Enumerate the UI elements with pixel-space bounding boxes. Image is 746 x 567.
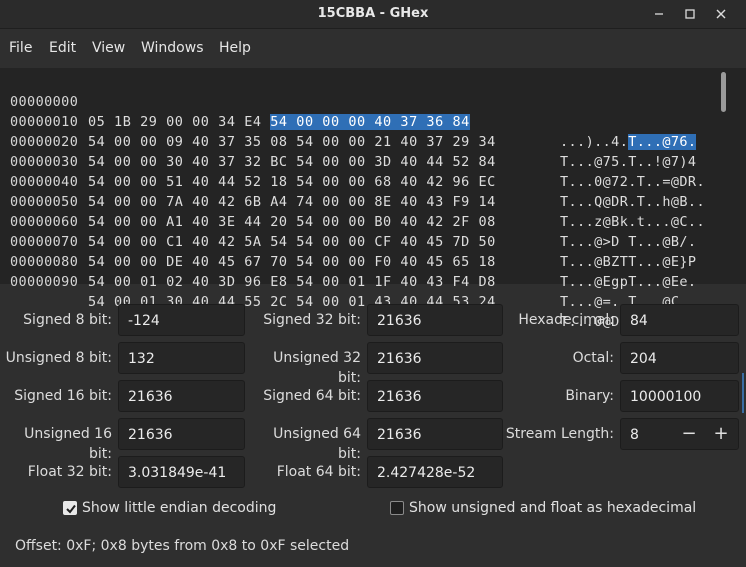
- hex-row: 00000050 54 00 00 A1 40 3E 44 20 54 00 0…: [0, 172, 696, 250]
- ascii-bytes[interactable]: T...@BZTT...@E}P: [560, 252, 696, 272]
- unsigned-float-hex-label[interactable]: Show unsigned and float as hexadecimal: [409, 498, 696, 518]
- menu-file[interactable]: File: [9, 34, 32, 62]
- hexadecimal-field[interactable]: 84: [620, 304, 739, 336]
- menu-help[interactable]: Help: [219, 34, 251, 62]
- hex-row: 00000030 54 00 00 51 40 44 52 18 54 00 0…: [0, 132, 705, 210]
- stream-length-increment-button[interactable]: +: [706, 418, 736, 450]
- stream-length-value[interactable]: 8: [630, 427, 639, 443]
- signed-16-bit-label: Signed 16 bit:: [14, 388, 112, 404]
- hex-view[interactable]: 00000000 05 1B 29 00 00 34 E4 54 00 00 0…: [0, 68, 746, 330]
- hex-row: 00000070 54 00 00 DE 40 45 67 70 54 00 0…: [0, 212, 696, 290]
- menu-bar: File Edit View Windows Help: [0, 34, 746, 62]
- signed-8-bit-label: Signed 8 bit:: [23, 312, 112, 328]
- signed-16-bit-field[interactable]: 21636: [118, 380, 245, 412]
- hex-bytes[interactable]: 54 00 00 DE 40 45 67 70 54 00 00 F0 40 4…: [88, 252, 496, 272]
- ascii-bytes[interactable]: T...Q@DR.T..h@B..: [560, 192, 705, 212]
- maximize-icon: [685, 8, 695, 19]
- hex-bytes[interactable]: 54 00 00 C1 40 42 5A 54 54 00 00 CF 40 4…: [88, 232, 496, 252]
- hex-row: 00000020 54 00 00 30 40 37 32 BC 54 00 0…: [0, 112, 705, 190]
- close-button[interactable]: [706, 0, 736, 28]
- little-endian-checkbox[interactable]: [63, 501, 77, 515]
- ascii-bytes[interactable]: T...z@Bk.t...@C..: [560, 212, 705, 232]
- ascii-unselected: ...)..4.: [560, 134, 629, 150]
- hex-row: 00000000 05 1B 29 00 00 34 E4 54 00 00 0…: [0, 72, 697, 150]
- signed-64-bit-label: Signed 64 bit:: [263, 388, 361, 404]
- ascii-bytes[interactable]: T...@>D T...@B/.: [560, 232, 696, 252]
- hex-row: 00000040 54 00 00 7A 40 42 6B A4 74 00 0…: [0, 152, 705, 230]
- hex-bytes[interactable]: 54 00 00 A1 40 3E 44 20 54 00 00 B0 40 4…: [88, 212, 496, 232]
- unsigned-float-hex-checkbox[interactable]: [390, 501, 404, 515]
- menu-view[interactable]: View: [92, 34, 125, 62]
- hex-bytes[interactable]: 54 00 00 7A 40 42 6B A4 74 00 00 8E 40 4…: [88, 192, 496, 212]
- octal-label: Octal:: [572, 350, 614, 366]
- ascii-bytes[interactable]: T...0@72.T..=@DR.: [560, 172, 705, 192]
- vertical-scrollbar[interactable]: [721, 72, 726, 112]
- window-title: 15CBBA - GHex: [317, 6, 429, 21]
- binary-label: Binary:: [565, 388, 614, 404]
- hex-bytes-selected: 54 00 00 00 40 37 36 84: [270, 114, 470, 130]
- hex-bytes[interactable]: 54 00 01 02 40 3D 96 E8 54 00 01 1F 40 4…: [88, 272, 496, 292]
- hex-bytes-unselected: 05 1B 29 00 00 34 E4: [88, 114, 271, 130]
- minimize-button[interactable]: [644, 0, 674, 28]
- ascii-bytes[interactable]: T...@75.T..!@7)4: [560, 152, 696, 172]
- hex-row: 00000090 54 00 01 30 40 44 55 2C 54 00 0…: [0, 252, 705, 330]
- float-32-bit-field[interactable]: 3.031849e-41: [118, 456, 245, 488]
- little-endian-label[interactable]: Show little endian decoding: [82, 498, 276, 518]
- unsigned-16-bit-field[interactable]: 21636: [118, 418, 245, 450]
- hex-row: 00000060 54 00 00 C1 40 42 5A 54 54 00 0…: [0, 192, 696, 270]
- unsigned-64-bit-label: Unsigned 64 bit:: [273, 426, 361, 462]
- float-32-bit-label: Float 32 bit:: [27, 464, 112, 480]
- offset: 00000090: [10, 274, 79, 290]
- menu-windows[interactable]: Windows: [141, 34, 204, 62]
- signed-8-bit-field[interactable]: -124: [118, 304, 245, 336]
- unsigned-8-bit-label: Unsigned 8 bit:: [5, 350, 112, 366]
- unsigned-32-bit-label: Unsigned 32 bit:: [273, 350, 361, 386]
- hex-row: 00000080 54 00 01 02 40 3D 96 E8 54 00 0…: [0, 232, 696, 310]
- ascii-bytes[interactable]: T...@EgpT...@Ee.: [560, 272, 696, 292]
- ascii-selected: T...@76.: [628, 134, 697, 150]
- float-64-bit-label: Float 64 bit:: [276, 464, 361, 480]
- float-64-bit-field[interactable]: 2.427428e-52: [367, 456, 503, 488]
- unsigned-64-bit-field[interactable]: 21636: [367, 418, 503, 450]
- status-bar: Offset: 0xF; 0x8 bytes from 0x8 to 0xF s…: [15, 538, 350, 554]
- maximize-button[interactable]: [675, 0, 705, 28]
- hexadecimal-label: Hexadecimal:: [518, 312, 614, 328]
- signed-32-bit-label: Signed 32 bit:: [263, 312, 361, 328]
- close-icon: [716, 9, 726, 18]
- edge-accent: [742, 373, 744, 413]
- stream-length-decrement-button[interactable]: −: [674, 418, 704, 450]
- unsigned-32-bit-field[interactable]: 21636: [367, 342, 503, 374]
- minimize-icon: [655, 12, 663, 15]
- hex-bytes[interactable]: 54 00 00 30 40 37 32 BC 54 00 00 3D 40 4…: [88, 152, 496, 172]
- hex-bytes[interactable]: 54 00 00 09 40 37 35 08 54 00 00 21 40 3…: [88, 132, 496, 152]
- binary-field[interactable]: 10000100: [620, 380, 739, 412]
- check-icon: [66, 504, 76, 514]
- stream-length-label: Stream Length:: [505, 426, 614, 442]
- unsigned-16-bit-label: Unsigned 16 bit:: [24, 426, 112, 462]
- unsigned-8-bit-field[interactable]: 132: [118, 342, 245, 374]
- hex-row: 00000010 54 00 00 09 40 37 35 08 54 00 0…: [0, 92, 696, 170]
- ascii-bytes[interactable]: ...)..4.T...@76.: [560, 132, 697, 152]
- title-bar: 15CBBA - GHex: [0, 0, 746, 29]
- hex-bytes[interactable]: 54 00 00 51 40 44 52 18 54 00 00 68 40 4…: [88, 172, 496, 192]
- signed-64-bit-field[interactable]: 21636: [367, 380, 503, 412]
- octal-field[interactable]: 204: [620, 342, 739, 374]
- menu-edit[interactable]: Edit: [49, 34, 76, 62]
- signed-32-bit-field[interactable]: 21636: [367, 304, 503, 336]
- hex-bytes[interactable]: 05 1B 29 00 00 34 E4 54 00 00 00 40 37 3…: [88, 112, 470, 132]
